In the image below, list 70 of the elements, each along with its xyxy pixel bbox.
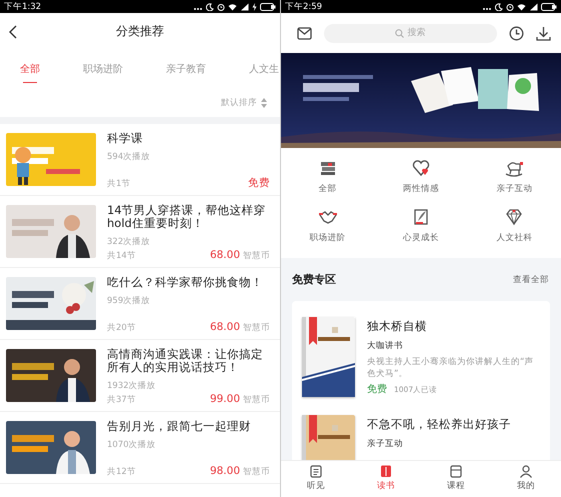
wifi-icon <box>228 2 237 10</box>
book-title[interactable]: 独木桥自横 <box>367 319 540 334</box>
person-icon <box>519 464 533 478</box>
course-title[interactable]: 高情商沟通实践课：让你搞定所有人的实用说话技巧！ <box>107 348 270 374</box>
course-title[interactable]: 告别月光，跟简七一起理财 <box>107 420 270 433</box>
category-label: 心灵成长 <box>402 232 439 244</box>
course-price: 68.00 <box>210 321 240 333</box>
book-title[interactable]: 不急不吼，轻松养出好孩子 <box>367 417 540 432</box>
sort-icon <box>261 98 267 108</box>
play-count: 1070次播放 <box>107 439 157 451</box>
course-title[interactable]: 14节男人穿搭课，帮他这样穿hold住重要时刻！ <box>107 204 270 230</box>
book-price: 免费 <box>367 382 387 396</box>
category-label: 全部 <box>318 183 337 195</box>
nav-tab[interactable]: 听见 <box>281 461 351 497</box>
signal-icon <box>529 2 538 10</box>
diamond-icon <box>504 207 524 227</box>
course-price: 99.00 <box>210 393 240 405</box>
course-price: 98.00 <box>210 465 240 477</box>
course-title[interactable]: 吃什么？科学家帮你挑食物！ <box>107 276 270 289</box>
document-icon <box>449 464 463 478</box>
play-count: 959次播放 <box>107 295 152 307</box>
category-label: 两性情感 <box>402 183 439 195</box>
mail-icon[interactable] <box>297 26 312 40</box>
book-category: 大咖讲书 <box>367 340 404 352</box>
search-field[interactable]: 搜索 <box>324 24 497 42</box>
page-title: 分类推荐 <box>115 23 165 40</box>
alarm-icon <box>506 2 514 10</box>
course-price: 免费 <box>248 176 270 190</box>
play-count: 594次播放 <box>107 151 152 163</box>
download-icon[interactable] <box>536 26 551 40</box>
category-label: 人文社科 <box>496 232 532 244</box>
lesson-count: 共20节 <box>107 322 136 334</box>
search-icon <box>394 28 404 38</box>
back-icon[interactable] <box>8 24 17 38</box>
price-unit: 智慧币 <box>243 394 270 406</box>
document-icon <box>309 464 323 478</box>
section-title: 免费专区 <box>292 272 336 287</box>
alarm-icon <box>217 2 225 10</box>
lesson-count: 共14节 <box>107 250 136 262</box>
nav-tab[interactable]: 读书 <box>351 461 421 497</box>
category-label: 职场进阶 <box>310 232 346 244</box>
battery-icon <box>260 2 276 10</box>
status-time: 下午2:59 <box>285 2 322 12</box>
wifi-icon <box>517 2 526 10</box>
nav-tab[interactable]: 课程 <box>421 461 491 497</box>
nav-tab[interactable]: 我的 <box>491 461 561 497</box>
book-description: 央视主持人王小骞亲临为你讲解人生的“声色犬马”。 <box>367 356 534 380</box>
moon-icon <box>206 2 214 10</box>
status-time: 下午1:32 <box>4 2 42 12</box>
book-category: 亲子互动 <box>367 438 404 450</box>
lesson-count: 共12节 <box>107 466 136 478</box>
lesson-count: 共1节 <box>107 178 130 190</box>
moon-icon <box>495 2 503 10</box>
signal-icon <box>240 2 249 10</box>
play-count: 1932次播放 <box>107 380 157 392</box>
book-icon <box>379 464 393 478</box>
history-icon[interactable] <box>509 26 524 40</box>
course-title[interactable]: 科学课 <box>107 132 270 145</box>
price-unit: 智慧币 <box>243 322 270 334</box>
category-tab[interactable]: 全部 <box>20 50 40 88</box>
price-unit: 智慧币 <box>243 250 270 262</box>
lesson-count: 共37节 <box>107 394 136 406</box>
course-price: 68.00 <box>210 249 240 261</box>
category-label: 亲子互动 <box>496 183 532 195</box>
heart-icon <box>410 158 431 178</box>
charging-icon <box>252 2 257 10</box>
view-all-link[interactable]: 查看全部 <box>513 274 549 286</box>
price-unit: 智慧币 <box>243 466 270 478</box>
play-count: 322次播放 <box>107 236 152 248</box>
battery-icon <box>541 2 557 10</box>
